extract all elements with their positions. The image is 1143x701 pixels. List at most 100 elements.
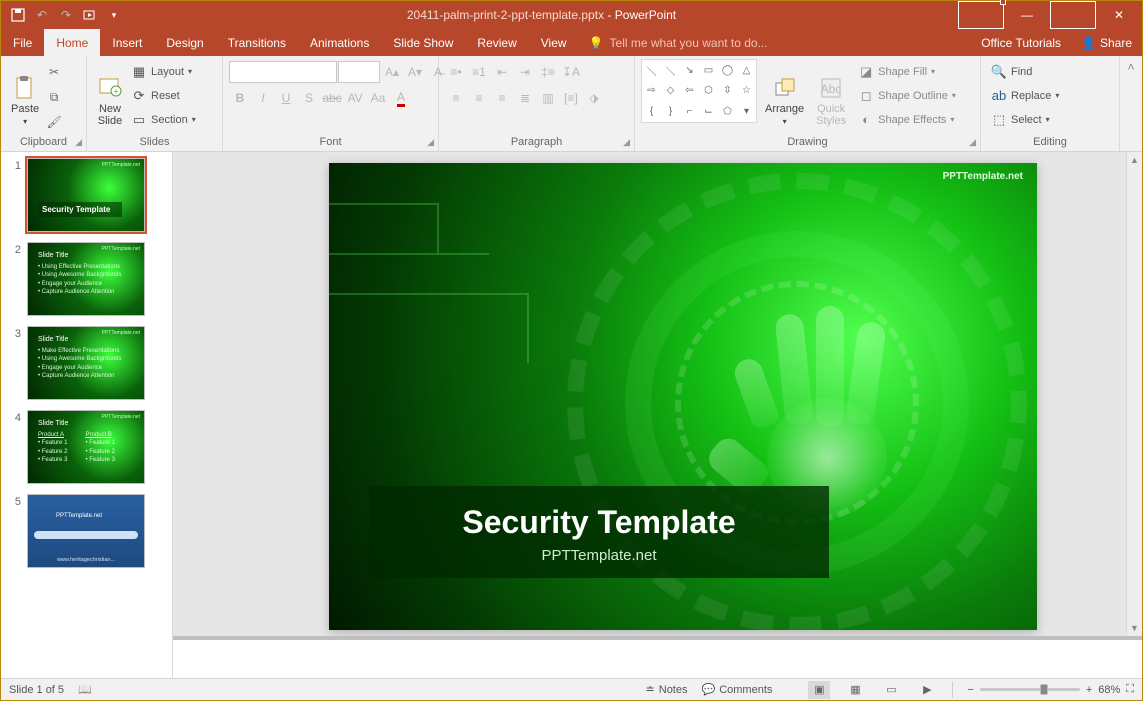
reading-view-button[interactable]: ▭ <box>880 681 902 699</box>
bullets-button[interactable]: ≡• <box>445 61 467 83</box>
tab-insert[interactable]: Insert <box>100 29 154 56</box>
tab-design[interactable]: Design <box>154 29 215 56</box>
shape-updown-icon[interactable]: ⇳ <box>718 81 737 102</box>
zoom-in-button[interactable]: + <box>1086 684 1092 696</box>
shape-line-icon[interactable]: ＼ <box>642 60 661 81</box>
font-color-button[interactable]: A <box>390 87 412 109</box>
replace-button[interactable]: abReplace ▾ <box>987 85 1063 106</box>
align-left-button[interactable]: ≡ <box>445 87 467 109</box>
shape-fill-button[interactable]: ◪Shape Fill ▾ <box>854 61 960 82</box>
arrange-button[interactable]: Arrange▾ <box>761 59 808 127</box>
quick-styles-button[interactable]: Abc Quick Styles <box>812 59 850 127</box>
zoom-level[interactable]: 68% <box>1098 684 1120 696</box>
slide-thumbnail[interactable]: PPTTemplate.netSlide TitleProduct A• Fea… <box>27 410 145 484</box>
zoom-slider[interactable] <box>980 688 1080 691</box>
shape-star-icon[interactable]: ☆ <box>737 81 756 102</box>
office-tutorials-link[interactable]: Office Tutorials <box>971 29 1071 56</box>
zoom-slider-thumb[interactable] <box>1040 684 1048 695</box>
justify-button[interactable]: ≣ <box>514 87 536 109</box>
normal-view-button[interactable]: ▣ <box>808 681 830 699</box>
ribbon-display-options-icon[interactable] <box>958 1 1004 29</box>
shape-brace-r-icon[interactable]: } <box>661 101 680 122</box>
close-button[interactable]: ✕ <box>1096 1 1142 29</box>
slide[interactable]: PPTTemplate.net Security Template PPTTem… <box>329 163 1037 630</box>
tab-view[interactable]: View <box>529 29 579 56</box>
shape-conn2-icon[interactable]: ⌙ <box>699 101 718 122</box>
new-slide-button[interactable]: + New Slide <box>93 59 127 127</box>
save-icon[interactable] <box>7 4 29 26</box>
font-name-dropdown[interactable] <box>229 61 337 83</box>
select-button[interactable]: ⬚Select ▾ <box>987 109 1063 130</box>
slide-canvas-area[interactable]: PPTTemplate.net Security Template PPTTem… <box>173 152 1142 678</box>
line-spacing-button[interactable]: ‡≡ <box>537 61 559 83</box>
qat-customize-icon[interactable]: ▾ <box>103 4 125 26</box>
decrease-indent-button[interactable]: ⇤ <box>491 61 513 83</box>
font-dialog-launcher[interactable]: ◢ <box>427 137 434 148</box>
slide-thumbnail[interactable]: PPTTemplate.netSlide Title• Make Effecti… <box>27 326 145 400</box>
collapse-ribbon-button[interactable]: ˄ <box>1127 60 1134 74</box>
shape-outline-button[interactable]: ◻Shape Outline ▾ <box>854 85 960 106</box>
shape-larrow-icon[interactable]: ⇦ <box>680 81 699 102</box>
notes-toggle[interactable]: ≐ Notes <box>646 683 688 696</box>
drawing-dialog-launcher[interactable]: ◢ <box>969 137 976 148</box>
slide-thumbnail[interactable]: PPTTemplate.netSlide Title• Using Effect… <box>27 242 145 316</box>
find-button[interactable]: 🔍Find <box>987 61 1063 82</box>
scroll-down-icon[interactable]: ▼ <box>1127 620 1142 636</box>
start-from-beginning-icon[interactable] <box>79 4 101 26</box>
numbering-button[interactable]: ≡1 <box>468 61 490 83</box>
shapes-gallery[interactable]: ＼＼↘▭◯△ ⇨◇⇦⬡⇳☆ {}⌐⌙⬠▾ <box>641 59 757 123</box>
shape-hex-icon[interactable]: ⬡ <box>699 81 718 102</box>
shape-effects-button[interactable]: ◐Shape Effects ▾ <box>854 109 960 130</box>
maximize-button[interactable] <box>1050 1 1096 29</box>
cut-button[interactable]: ✂ <box>43 61 65 83</box>
paragraph-dialog-launcher[interactable]: ◢ <box>623 137 630 148</box>
shape-oval-icon[interactable]: ◯ <box>718 60 737 81</box>
slideshow-view-button[interactable]: ▶ <box>916 681 938 699</box>
shape-rarrow-icon[interactable]: ⇨ <box>642 81 661 102</box>
change-case-button[interactable]: Aa <box>367 87 389 109</box>
shape-rect-icon[interactable]: ▭ <box>699 60 718 81</box>
shape-triangle-icon[interactable]: △ <box>737 60 756 81</box>
underline-button[interactable]: U <box>275 87 297 109</box>
slide-sorter-view-button[interactable]: ▦ <box>844 681 866 699</box>
undo-icon[interactable]: ↶ <box>31 4 53 26</box>
strikethrough-button[interactable]: abc <box>321 87 343 109</box>
copy-button[interactable]: ⧉ <box>43 86 65 108</box>
minimize-button[interactable]: ― <box>1004 1 1050 29</box>
format-painter-button[interactable]: 🖌 <box>43 111 65 133</box>
increase-font-size-button[interactable]: A▴ <box>381 61 403 83</box>
tab-transitions[interactable]: Transitions <box>216 29 298 56</box>
bold-button[interactable]: B <box>229 87 251 109</box>
slide-thumbnail[interactable]: PPTTemplate.netSecurity Template <box>27 158 145 232</box>
increase-indent-button[interactable]: ⇥ <box>514 61 536 83</box>
redo-icon[interactable]: ↷ <box>55 4 77 26</box>
shadow-button[interactable]: S <box>298 87 320 109</box>
text-direction-button[interactable]: ↧A <box>560 61 582 83</box>
shape-more-icon[interactable]: ▾ <box>737 101 756 122</box>
align-text-button[interactable]: [≡] <box>560 87 582 109</box>
zoom-out-button[interactable]: − <box>967 684 973 696</box>
tab-review[interactable]: Review <box>465 29 528 56</box>
shape-linearrow-icon[interactable]: ↘ <box>680 60 699 81</box>
shape-diamond-icon[interactable]: ◇ <box>661 81 680 102</box>
fit-to-window-button[interactable]: ⛶ <box>1126 683 1134 696</box>
character-spacing-button[interactable]: AV <box>344 87 366 109</box>
tab-slideshow[interactable]: Slide Show <box>381 29 465 56</box>
clipboard-dialog-launcher[interactable]: ◢ <box>75 137 82 148</box>
layout-button[interactable]: ▦Layout ▾ <box>127 61 200 82</box>
smartart-button[interactable]: ⬗ <box>583 87 605 109</box>
share-button[interactable]: 👤 Share <box>1071 29 1142 56</box>
slide-thumbnail[interactable]: PPTTemplate.netwww.heritagechristian... <box>27 494 145 568</box>
shape-brace-l-icon[interactable]: { <box>642 101 661 122</box>
align-right-button[interactable]: ≡ <box>491 87 513 109</box>
font-size-dropdown[interactable] <box>338 61 380 83</box>
tell-me-search[interactable]: 💡 Tell me what you want to do... <box>579 29 778 56</box>
shape-lineseg-icon[interactable]: ＼ <box>661 60 680 81</box>
slide-counter[interactable]: Slide 1 of 5 <box>9 684 64 696</box>
reset-button[interactable]: ⟳Reset <box>127 85 200 106</box>
columns-button[interactable]: ▥ <box>537 87 559 109</box>
section-button[interactable]: ▭Section ▾ <box>127 109 200 130</box>
slide-title-placeholder[interactable]: Security Template PPTTemplate.net <box>369 486 829 578</box>
decrease-font-size-button[interactable]: A▾ <box>404 61 426 83</box>
italic-button[interactable]: I <box>252 87 274 109</box>
